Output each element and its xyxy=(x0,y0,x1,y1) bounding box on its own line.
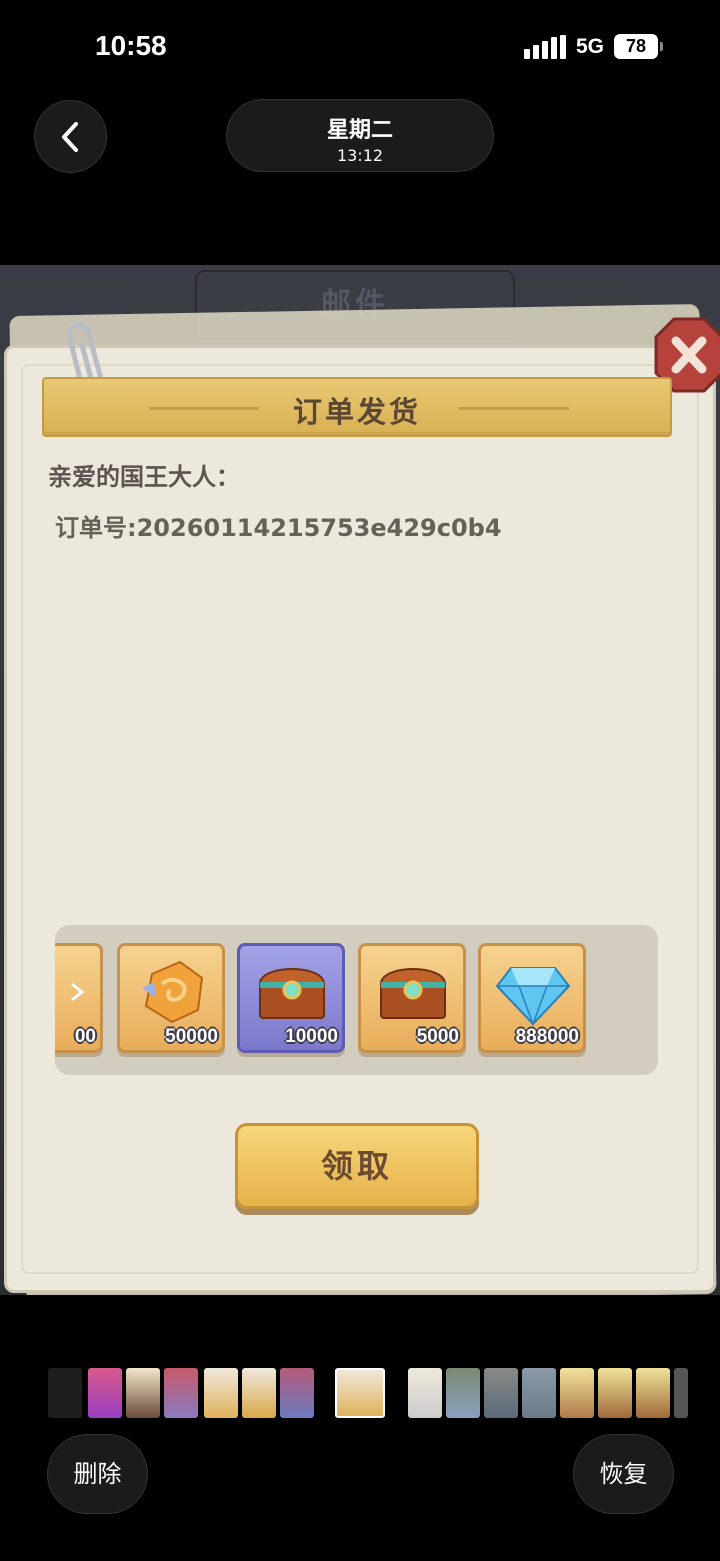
thumbnail[interactable] xyxy=(522,1368,556,1418)
chevron-left-icon xyxy=(61,121,78,152)
ore-stone-icon xyxy=(142,960,204,1024)
network-type: 5G xyxy=(575,34,604,58)
partial-item-icon xyxy=(71,982,85,1002)
reward-qty: 50000 xyxy=(165,1026,218,1047)
reward-list[interactable]: 00 50000 10000 5000 888000 xyxy=(55,925,658,1075)
reward-item[interactable]: 00 xyxy=(55,943,103,1053)
signal-icon xyxy=(523,34,566,59)
status-indicators: 5G 78 xyxy=(523,34,663,59)
thumbnail[interactable] xyxy=(204,1368,238,1418)
claim-button[interactable]: 领取 xyxy=(235,1123,479,1209)
thumbnail[interactable] xyxy=(408,1368,442,1418)
thumbnail[interactable] xyxy=(48,1368,82,1418)
photo-time: 13:12 xyxy=(336,146,384,165)
game-screenshot: 邮件 订单发货 亲爱的国王大人： 订单号:20260114215753e429c… xyxy=(0,265,720,1295)
photo-date-info: 星期二 13:12 xyxy=(226,99,494,172)
thumbnail[interactable] xyxy=(598,1368,632,1418)
reward-qty: 5000 xyxy=(416,1026,459,1047)
reward-item[interactable]: 50000 xyxy=(117,943,225,1053)
reward-item[interactable]: 5000 xyxy=(358,943,466,1053)
back-button[interactable] xyxy=(34,100,107,173)
restore-button[interactable]: 恢复 xyxy=(573,1434,674,1514)
thumbnail[interactable] xyxy=(242,1368,276,1418)
reward-qty: 10000 xyxy=(285,1026,338,1047)
treasure-chest-icon xyxy=(258,968,326,1019)
thumbnail-strip[interactable] xyxy=(48,1368,688,1420)
mail-title: 订单发货 xyxy=(292,395,421,429)
treasure-chest-icon xyxy=(379,968,447,1019)
thumbnail[interactable] xyxy=(446,1368,480,1418)
battery-icon: 78 xyxy=(614,34,663,59)
mail-title-banner: 订单发货 xyxy=(42,377,672,437)
reward-item[interactable]: 10000 xyxy=(237,943,345,1053)
claim-button-label: 领取 xyxy=(320,1147,393,1185)
thumbnail[interactable] xyxy=(484,1368,518,1418)
thumbnail[interactable] xyxy=(126,1368,160,1418)
order-number: 订单号:20260114215753e429c0b4 xyxy=(55,514,502,542)
reward-qty: 888000 xyxy=(515,1026,579,1047)
delete-button[interactable]: 删除 xyxy=(47,1434,148,1514)
thumbnail[interactable] xyxy=(674,1368,688,1418)
thumbnail[interactable] xyxy=(280,1368,314,1418)
thumbnail[interactable] xyxy=(560,1368,594,1418)
mail-greeting: 亲爱的国王大人： xyxy=(48,463,240,491)
reward-qty: 00 xyxy=(74,1026,96,1047)
diamond-icon xyxy=(495,967,571,1027)
thumbnail[interactable] xyxy=(164,1368,198,1418)
reward-item[interactable]: 888000 xyxy=(478,943,586,1053)
thumbnail[interactable] xyxy=(636,1368,670,1418)
status-time: 10:58 xyxy=(95,30,167,61)
thumbnail-selected[interactable] xyxy=(335,1368,385,1418)
photo-day: 星期二 xyxy=(326,118,393,143)
thumbnail[interactable] xyxy=(88,1368,122,1418)
